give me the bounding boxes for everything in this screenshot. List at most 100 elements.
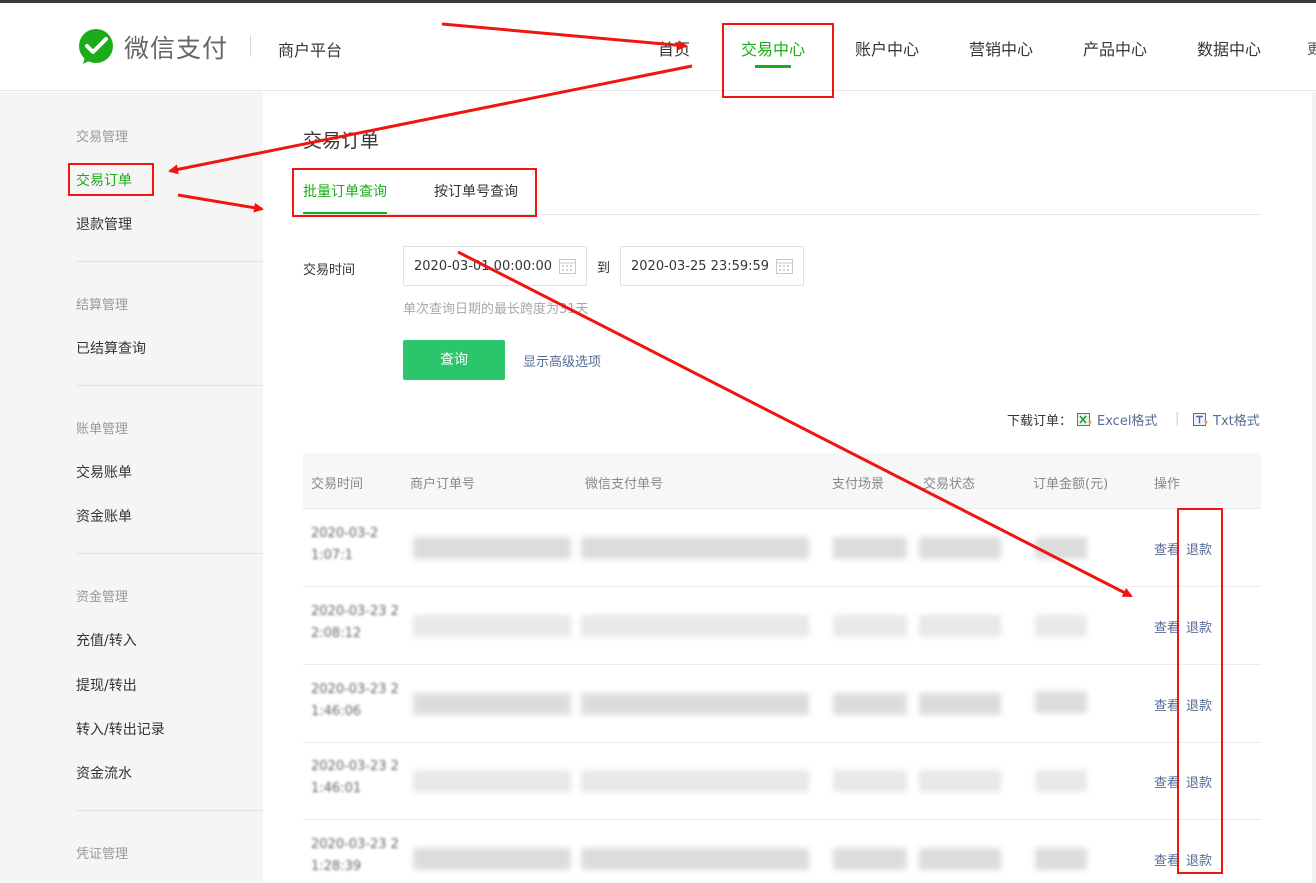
- sidebar-item-recharge[interactable]: 充值/转入: [76, 630, 137, 650]
- row-time-line1: 2020-03-23 2: [311, 604, 399, 619]
- redacted-scene: [833, 770, 907, 792]
- excel-icon: [1077, 412, 1092, 426]
- calendar-icon[interactable]: [559, 259, 576, 274]
- date-range-separator: 到: [597, 261, 611, 276]
- sidebar-item-transfer-records[interactable]: 转入/转出记录: [76, 719, 165, 739]
- column-header: 商户订单号: [410, 477, 476, 492]
- column-header: 订单金额(元): [1033, 477, 1109, 492]
- wechat-pay-logo: [79, 29, 113, 64]
- row-time-line2: 2:08:12: [311, 626, 362, 641]
- brand-logo[interactable]: 微信支付: [76, 27, 228, 67]
- redacted-wechat-order: [581, 615, 809, 637]
- download-txt-link[interactable]: Txt格式: [1193, 410, 1260, 429]
- download-excel-link[interactable]: Excel格式: [1077, 410, 1157, 429]
- table-row: 2020-03-23 2 1:28:39 查看 退款: [303, 820, 1261, 883]
- end-date-value: 2020-03-25 23:59:59: [631, 259, 770, 274]
- nav-account-center[interactable]: 账户中心: [855, 36, 919, 60]
- txt-label: Txt格式: [1213, 414, 1260, 429]
- nav-product-center[interactable]: 产品中心: [1083, 36, 1147, 60]
- redacted-scene: [833, 693, 907, 715]
- redacted-scene: [833, 537, 907, 559]
- sidebar-divider: [76, 553, 263, 554]
- table-row: 2020-03-2 1:07:1 查看 退款: [303, 509, 1261, 587]
- row-time-line1: 2020-03-2: [311, 526, 379, 541]
- row-time-line2: 1:46:06: [311, 704, 362, 719]
- date-span-hint: 单次查询日期的最长跨度为31天: [403, 302, 589, 317]
- redacted-amount: [1035, 615, 1087, 637]
- scrollbar-edge: [1312, 92, 1316, 883]
- row-time-line1: 2020-03-23 2: [311, 759, 399, 774]
- redacted-amount: [1035, 848, 1087, 870]
- annotation-box-trade-orders: [68, 163, 154, 196]
- redacted-amount: [1035, 691, 1087, 713]
- redacted-merchant-order: [413, 615, 571, 637]
- trade-time-label: 交易时间: [303, 263, 356, 278]
- sidebar-divider: [76, 261, 263, 262]
- redacted-scene: [833, 615, 907, 637]
- sidebar-divider: [76, 810, 263, 811]
- query-button[interactable]: 查询: [403, 340, 505, 380]
- start-date-field[interactable]: 2020-03-01 00:00:00: [403, 246, 587, 286]
- redacted-merchant-order: [413, 770, 571, 792]
- column-header: 操作: [1154, 477, 1181, 492]
- end-date-field[interactable]: 2020-03-25 23:59:59: [620, 246, 804, 286]
- sidebar-divider: [76, 385, 263, 386]
- brand-name: 微信支付: [124, 34, 229, 63]
- calendar-icon[interactable]: [776, 259, 793, 274]
- platform-name: 商户平台: [278, 41, 343, 60]
- table-header: 交易时间 商户订单号 微信支付单号 支付场景 交易状态 订单金额(元) 操作: [303, 453, 1261, 509]
- page-title: 交易订单: [303, 130, 380, 152]
- sidebar-item-trade-bill[interactable]: 交易账单: [76, 462, 132, 482]
- logo-divider: [250, 35, 251, 57]
- redacted-wechat-order: [581, 770, 809, 792]
- column-header: 交易时间: [311, 477, 364, 492]
- annotation-box-query-tabs: [292, 168, 537, 217]
- column-header: 微信支付单号: [585, 477, 664, 492]
- excel-label: Excel格式: [1097, 414, 1158, 429]
- nav-home[interactable]: 首页: [658, 36, 690, 60]
- redacted-status: [919, 848, 1001, 870]
- nav-marketing-center[interactable]: 营销中心: [969, 36, 1033, 60]
- redacted-scene: [833, 848, 907, 870]
- annotation-box-refund-column: [1177, 508, 1223, 874]
- download-separator: |: [1175, 411, 1180, 426]
- redacted-status: [919, 615, 1001, 637]
- redacted-merchant-order: [413, 848, 571, 870]
- table-row: 2020-03-23 2 1:46:06 查看 退款: [303, 665, 1261, 743]
- row-time-line2: 1:07:1: [311, 548, 353, 563]
- sidebar-item-settled-query[interactable]: 已结算查询: [76, 338, 146, 358]
- redacted-amount: [1035, 537, 1087, 559]
- row-time-line1: 2020-03-23 2: [311, 682, 399, 697]
- annotation-box-trade-center: [722, 23, 834, 98]
- advanced-options-link[interactable]: 显示高级选项: [523, 351, 601, 370]
- sidebar-item-fund-flow[interactable]: 资金流水: [76, 763, 132, 783]
- redacted-merchant-order: [413, 693, 571, 715]
- redacted-amount: [1035, 770, 1087, 792]
- redacted-status: [919, 693, 1001, 715]
- column-header: 支付场景: [832, 477, 885, 492]
- row-time-line2: 1:28:39: [311, 859, 362, 874]
- sidebar-group-settlement: 结算管理: [76, 298, 129, 313]
- download-label: 下载订单：: [1007, 414, 1073, 429]
- top-header: 微信支付 商户平台 首页 交易中心 账户中心 营销中心 产品中心 数据中心 更: [0, 3, 1316, 91]
- redacted-wechat-order: [581, 693, 809, 715]
- redacted-status: [919, 770, 1001, 792]
- table-row: 2020-03-23 2 1:46:01 查看 退款: [303, 742, 1261, 820]
- sidebar-item-withdraw[interactable]: 提现/转出: [76, 675, 137, 695]
- redacted-wechat-order: [581, 537, 809, 559]
- sidebar-group-vouchers: 凭证管理: [76, 847, 129, 862]
- row-time-line2: 1:46:01: [311, 781, 362, 796]
- redacted-status: [919, 537, 1001, 559]
- redacted-merchant-order: [413, 537, 571, 559]
- sidebar-item-refund-management[interactable]: 退款管理: [76, 214, 132, 234]
- sidebar-group-trade: 交易管理: [76, 130, 129, 145]
- start-date-value: 2020-03-01 00:00:00: [414, 259, 553, 274]
- row-time-line1: 2020-03-23 2: [311, 837, 399, 852]
- sidebar-item-fund-bill[interactable]: 资金账单: [76, 506, 132, 526]
- column-header: 交易状态: [923, 477, 976, 492]
- table-row: 2020-03-23 2 2:08:12 查看 退款: [303, 587, 1261, 665]
- sidebar-group-funds: 资金管理: [76, 590, 129, 605]
- txt-icon: [1193, 412, 1208, 426]
- redacted-wechat-order: [581, 848, 809, 870]
- nav-data-center[interactable]: 数据中心: [1197, 36, 1261, 60]
